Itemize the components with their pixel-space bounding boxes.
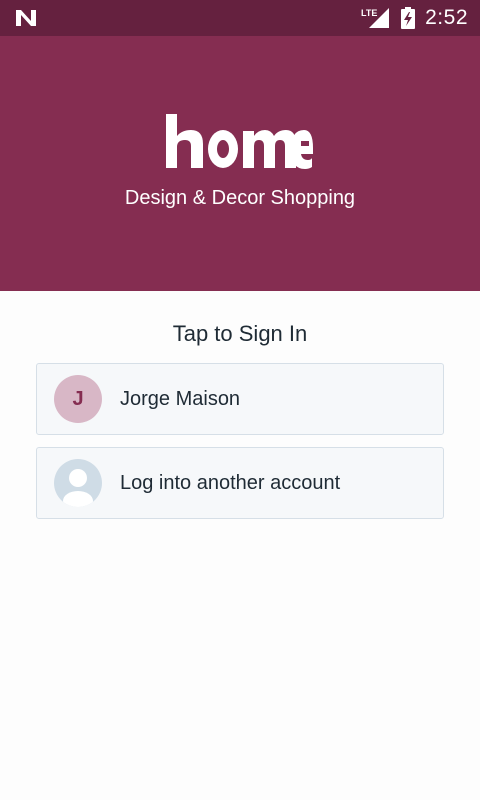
home-logo: home: [163, 110, 315, 176]
app-header: home Design & Decor Shopping: [0, 36, 480, 291]
svg-text:LTE: LTE: [361, 8, 377, 18]
account-jorge-maison[interactable]: J Jorge Maison: [36, 363, 444, 435]
sign-in-title: Tap to Sign In: [172, 321, 308, 346]
account-name: Jorge Maison: [120, 387, 241, 410]
tagline: Design & Decor Shopping: [124, 187, 356, 209]
notification-n-icon: [16, 10, 36, 26]
status-bar: LTE 2:52: [0, 0, 480, 36]
status-icons: LTE 2:52: [361, 0, 468, 36]
home-logo-graphic: [166, 114, 313, 169]
sign-in-panel: Tap to Sign In J Jorge Maison Log into a…: [0, 291, 480, 800]
status-time: 2:52: [425, 6, 468, 29]
another-account-label: Log into another account: [120, 471, 341, 494]
battery-charging-icon: [401, 7, 416, 29]
person-icon: [54, 459, 102, 507]
lte-signal-icon: LTE: [361, 8, 390, 28]
avatar: J: [54, 375, 102, 423]
log-into-another-account-button[interactable]: Log into another account: [36, 447, 444, 519]
